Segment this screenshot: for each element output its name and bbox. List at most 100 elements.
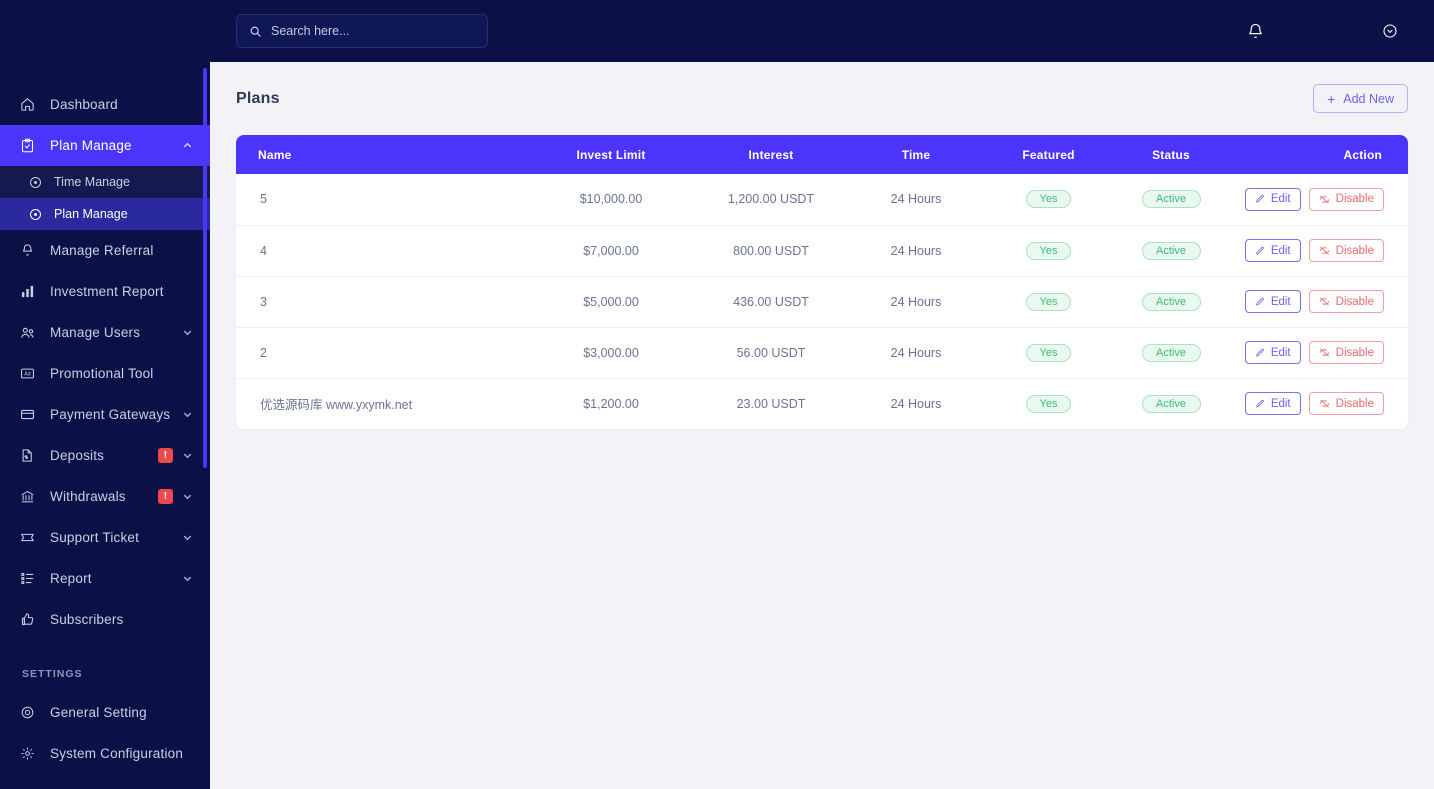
plus-icon: + (1327, 90, 1336, 107)
action-buttons: Edit Disable (1231, 239, 1384, 262)
disable-label: Disable (1335, 346, 1374, 359)
sidebar-item-manage-referral[interactable]: Manage Referral (0, 230, 210, 271)
cell-invest-limit: $5,000.00 (526, 276, 696, 328)
chevron-down-icon[interactable] (181, 408, 194, 421)
status-badge: Active (1141, 343, 1201, 362)
edit-button[interactable]: Edit (1244, 187, 1301, 211)
disable-button[interactable]: Disable (1308, 290, 1384, 313)
search-icon (249, 25, 262, 38)
search-input[interactable] (271, 24, 475, 38)
pencil-icon (1255, 297, 1265, 307)
cell-action: Edit Disable (1231, 378, 1408, 429)
status-badge: Active (1141, 190, 1201, 209)
edit-button[interactable]: Edit (1244, 290, 1301, 313)
table-row: 3 $5,000.00 436.00 USDT 24 Hours Yes Act… (236, 276, 1408, 328)
cell-name: 3 (236, 276, 526, 328)
notification-bell-icon[interactable] (1247, 23, 1264, 40)
column-header-featured[interactable]: Featured (986, 135, 1111, 174)
chevron-down-icon[interactable] (181, 490, 194, 503)
cell-action: Edit Disable (1231, 174, 1408, 226)
cell-time: 24 Hours (846, 225, 986, 277)
sidebar-item-system-configuration[interactable]: System Configuration (0, 733, 210, 774)
image-icon (20, 786, 44, 789)
edit-button[interactable]: Edit (1244, 239, 1301, 262)
sidebar-item-subscribers[interactable]: Subscribers (0, 599, 210, 640)
cell-name: 5 (236, 174, 526, 226)
sidebar-item-payment-gateways[interactable]: Payment Gateways (0, 394, 210, 435)
column-header-time[interactable]: Time (846, 135, 986, 174)
cell-action: Edit Disable (1231, 276, 1408, 328)
column-header-action[interactable]: Action (1231, 135, 1408, 174)
main-area: Plans + Add New Name Invest Limit Intere… (210, 0, 1434, 789)
sidebar-scrollbar[interactable] (203, 68, 207, 468)
edit-button[interactable]: Edit (1244, 341, 1301, 364)
credit-card-icon (20, 406, 44, 424)
cell-status: Active (1111, 174, 1231, 226)
chevron-down-icon[interactable] (181, 326, 194, 339)
sidebar-subitem-time-manage[interactable]: Time Manage (0, 166, 210, 198)
cell-invest-limit: $10,000.00 (526, 174, 696, 226)
disable-button[interactable]: Disable (1308, 341, 1384, 364)
ticket-icon (20, 529, 44, 547)
column-header-interest[interactable]: Interest (696, 135, 846, 174)
table-row: 4 $7,000.00 800.00 USDT 24 Hours Yes Act… (236, 225, 1408, 277)
eye-slash-icon (1319, 398, 1330, 409)
sidebar-item-label: Subscribers (50, 612, 124, 627)
cell-featured: Yes (986, 225, 1111, 277)
sidebar-item-withdrawals[interactable]: Withdrawals ! (0, 476, 210, 517)
sidebar-subitem-label: Plan Manage (54, 207, 128, 221)
users-gear-icon (20, 324, 44, 342)
sidebar-item-report[interactable]: Report (0, 558, 210, 599)
sidebar-item-general-setting[interactable]: General Setting (0, 692, 210, 733)
disable-button[interactable]: Disable (1308, 239, 1384, 262)
edit-button[interactable]: Edit (1244, 392, 1301, 416)
cell-status: Active (1111, 225, 1231, 277)
content-area: Plans + Add New Name Invest Limit Intere… (210, 62, 1434, 789)
featured-badge: Yes (1026, 241, 1071, 260)
disable-label: Disable (1335, 193, 1374, 206)
sidebar-item-label: Report (50, 571, 92, 586)
disable-button[interactable]: Disable (1308, 392, 1384, 416)
sidebar-item-support-ticket[interactable]: Support Ticket (0, 517, 210, 558)
cell-status: Active (1111, 327, 1231, 379)
sidebar-item-logo-favicon[interactable]: Logo & Favicon (0, 774, 210, 789)
sidebar-item-promotional-tool[interactable]: Ad Promotional Tool (0, 353, 210, 394)
action-buttons: Edit Disable (1231, 341, 1384, 364)
column-header-name[interactable]: Name (236, 135, 526, 174)
radio-dot-icon (30, 176, 41, 188)
sidebar-item-label: Plan Manage (50, 138, 132, 153)
cell-name: 2 (236, 327, 526, 379)
sidebar-item-dashboard[interactable]: Dashboard (0, 84, 210, 125)
column-header-invest-limit[interactable]: Invest Limit (526, 135, 696, 174)
sidebar-section-settings-label: SETTINGS (22, 668, 83, 680)
table-row: 优选源码库 www.yxymk.net $1,200.00 23.00 USDT… (236, 378, 1408, 429)
cell-name: 优选源码库 www.yxymk.net (260, 398, 413, 413)
sidebar-item-label: Dashboard (50, 97, 118, 112)
eye-slash-icon (1319, 245, 1330, 256)
chevron-down-icon[interactable] (181, 449, 194, 462)
chevron-down-icon[interactable] (181, 572, 194, 585)
add-new-button[interactable]: + Add New (1313, 84, 1408, 113)
brand-logo[interactable] (0, 0, 210, 62)
sidebar-item-manage-users[interactable]: Manage Users (0, 312, 210, 353)
chevron-down-icon[interactable] (181, 531, 194, 544)
alert-badge: ! (158, 448, 173, 463)
cell-interest: 1,200.00 USDT (696, 174, 846, 226)
sidebar-item-plan-manage[interactable]: Plan Manage (0, 125, 210, 166)
sidebar-item-label: Support Ticket (50, 530, 140, 545)
sidebar-item-investment-report[interactable]: Investment Report (0, 271, 210, 312)
edit-label: Edit (1270, 193, 1291, 206)
chevron-down-circle-icon[interactable] (1382, 23, 1398, 39)
sidebar-item-deposits[interactable]: Deposits ! (0, 435, 210, 476)
sidebar-subitem-plan-manage[interactable]: Plan Manage (0, 198, 210, 230)
chevron-up-icon[interactable] (181, 139, 194, 152)
page-header: Plans + Add New (236, 84, 1408, 135)
bar-chart-icon (20, 283, 44, 301)
disable-label: Disable (1335, 397, 1374, 410)
column-header-status[interactable]: Status (1111, 135, 1231, 174)
search-box[interactable] (236, 14, 488, 48)
svg-text:Ad: Ad (24, 372, 30, 378)
cell-interest: 56.00 USDT (696, 327, 846, 379)
table-body: 5 $10,000.00 1,200.00 USDT 24 Hours Yes … (236, 174, 1408, 429)
disable-button[interactable]: Disable (1308, 187, 1384, 211)
